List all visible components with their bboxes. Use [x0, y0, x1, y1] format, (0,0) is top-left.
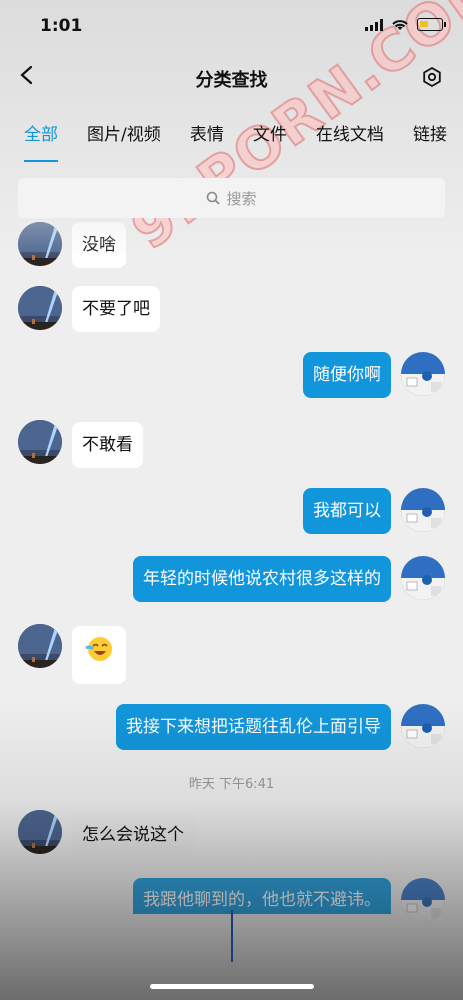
tab-all[interactable]: 全部 — [24, 120, 58, 162]
laughing-crying-emoji-icon — [85, 637, 112, 661]
tab-stickers[interactable]: 表情 — [190, 120, 224, 156]
message-bubble-right[interactable]: 我都可以 — [303, 488, 391, 534]
my-avatar[interactable] — [401, 488, 445, 532]
contact-avatar[interactable] — [18, 286, 62, 330]
time-divider: 昨天 下午6:41 — [188, 777, 275, 792]
status-time: 1:01 — [40, 16, 83, 36]
message-bubble-right[interactable]: 我跟他聊到的，他也就不避讳。 — [133, 878, 391, 914]
message-bubble-left[interactable]: 不要了吧 — [72, 286, 160, 332]
battery-icon — [417, 18, 446, 31]
status-bar: 1:01 — [0, 0, 463, 52]
my-avatar[interactable] — [401, 352, 445, 396]
my-avatar[interactable] — [401, 704, 445, 748]
search-placeholder: 搜索 — [226, 189, 257, 208]
system-icons — [365, 18, 446, 31]
sticker-bubble[interactable] — [72, 626, 126, 684]
cellular-signal-icon — [365, 18, 383, 31]
message-bubble-left[interactable]: 怎么会说这个 — [72, 812, 194, 858]
home-indicator[interactable] — [150, 984, 314, 989]
message-bubble-left[interactable]: 没啥 — [72, 222, 126, 268]
settings-icon[interactable] — [421, 66, 443, 88]
scroll-line — [231, 910, 233, 962]
search-input[interactable]: 搜索 — [18, 178, 445, 218]
contact-avatar[interactable] — [18, 810, 62, 854]
message-bubble-right[interactable]: 随便你啊 — [303, 352, 391, 398]
message-bubble-left[interactable]: 不敢看 — [72, 422, 143, 468]
search-icon — [207, 191, 221, 205]
tab-online-docs[interactable]: 在线文档 — [316, 120, 384, 156]
contact-avatar[interactable] — [18, 420, 62, 464]
category-tabs: 全部 图片/视频 表情 文件 在线文档 链接 — [24, 120, 447, 162]
tab-images-videos[interactable]: 图片/视频 — [87, 120, 161, 156]
contact-avatar[interactable] — [18, 624, 62, 668]
wifi-icon — [392, 19, 408, 30]
my-avatar[interactable] — [401, 556, 445, 600]
message-bubble-right[interactable]: 年轻的时候他说农村很多这样的 — [133, 556, 391, 602]
page-title: 分类查找 — [195, 70, 268, 91]
contact-avatar[interactable] — [18, 222, 62, 266]
my-avatar[interactable] — [401, 878, 445, 922]
message-bubble-right[interactable]: 我接下来想把话题往乱伦上面引导 — [116, 704, 391, 750]
navigation-bar: 分类查找 — [0, 56, 463, 100]
tab-files[interactable]: 文件 — [253, 120, 287, 156]
tab-links[interactable]: 链接 — [413, 120, 447, 156]
